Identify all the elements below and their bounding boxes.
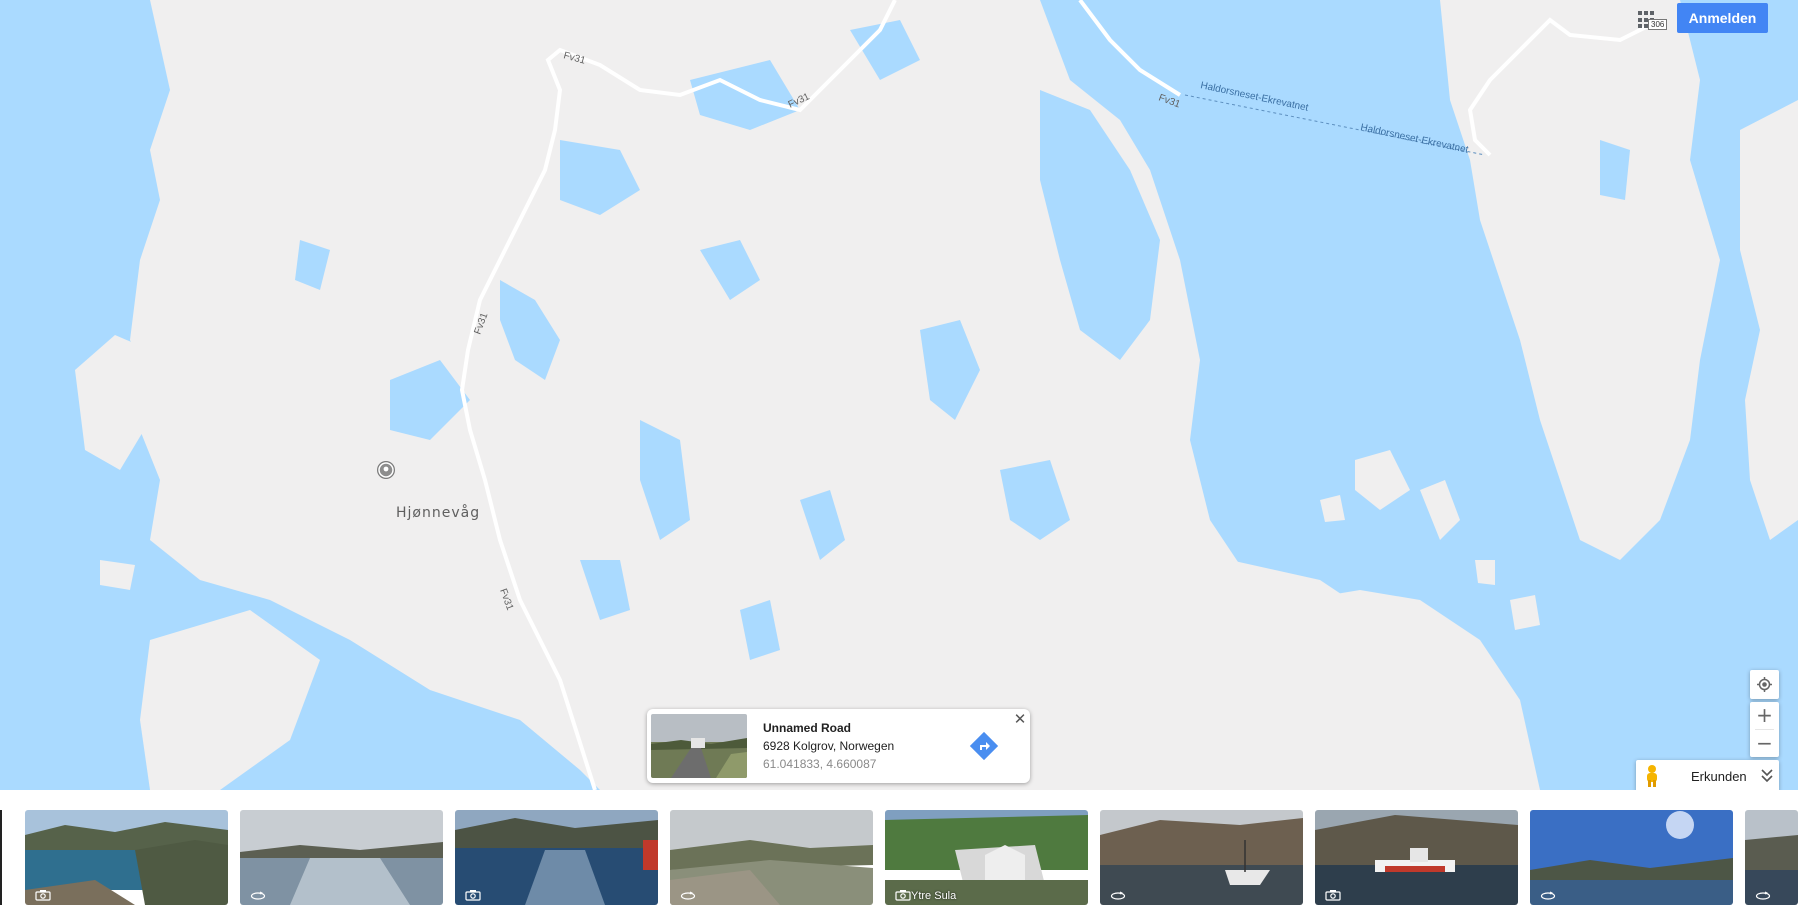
close-icon[interactable]: ✕: [1013, 712, 1027, 727]
filmstrip-thumbnail[interactable]: [670, 810, 873, 905]
photo-filmstrip[interactable]: Ytre Sula: [0, 790, 1798, 905]
camera-icon: [35, 889, 51, 901]
thumbnail-label: Ytre Sula: [911, 890, 957, 902]
zoom-in-button[interactable]: +: [1750, 702, 1779, 729]
panorama-360-icon: [1755, 889, 1771, 901]
explore-toggle[interactable]: Erkunden: [1636, 760, 1779, 792]
camera-icon: [1325, 889, 1341, 901]
signin-button[interactable]: Anmelden: [1677, 3, 1768, 33]
basemap: Fv31 Fv31 Fv31 Fv31 Fv31 Haldorsneset-Ek…: [0, 0, 1798, 790]
info-card-title: Unnamed Road: [763, 721, 852, 735]
filmstrip-thumbnail[interactable]: [25, 810, 228, 905]
filmstrip-thumbnail[interactable]: Ytre Sula: [885, 810, 1088, 905]
apps-grid-icon[interactable]: 306: [1632, 8, 1668, 34]
camera-icon: [895, 889, 911, 901]
info-card-coords[interactable]: 61.041833, 4.660087: [763, 757, 876, 771]
filmstrip-thumbnail[interactable]: [240, 810, 443, 905]
zoom-control: + −: [1750, 702, 1779, 757]
panorama-360-icon: [680, 889, 696, 901]
filmstrip-thumbnail[interactable]: [455, 810, 658, 905]
filmstrip-thumbnail[interactable]: [1315, 810, 1518, 905]
filmstrip-thumbnail[interactable]: [1530, 810, 1733, 905]
location-info-card[interactable]: Unnamed Road 6928 Kolgrov, Norwegen 61.0…: [647, 709, 1030, 783]
panorama-360-icon: [1110, 889, 1126, 901]
filmstrip-edge: [0, 810, 2, 905]
map-canvas[interactable]: Fv31 Fv31 Fv31 Fv31 Fv31 Haldorsneset-Ek…: [0, 0, 1798, 790]
explore-label: Erkunden: [1691, 769, 1747, 784]
panorama-360-icon: [250, 889, 266, 901]
panorama-360-icon: [1540, 889, 1556, 901]
apps-badge: 306: [1648, 19, 1668, 30]
place-marker-icon[interactable]: [377, 461, 395, 479]
place-label-hjonnevag[interactable]: Hjønnevåg: [396, 505, 480, 521]
directions-icon[interactable]: [969, 731, 999, 761]
filmstrip-thumbnail[interactable]: [1100, 810, 1303, 905]
zoom-out-button[interactable]: −: [1750, 730, 1779, 757]
pegman-icon[interactable]: [1642, 764, 1662, 788]
island-west-2: [100, 560, 135, 590]
my-location-icon[interactable]: [1750, 670, 1779, 699]
double-chevron-down-icon[interactable]: [1760, 767, 1774, 785]
camera-icon: [465, 889, 481, 901]
street-view-thumbnail[interactable]: [651, 714, 747, 778]
info-card-address: 6928 Kolgrov, Norwegen: [763, 739, 895, 753]
island-e-4: [1475, 560, 1495, 585]
maps-app: Fv31 Fv31 Fv31 Fv31 Fv31 Haldorsneset-Ek…: [0, 0, 1798, 905]
lake-16: [1600, 140, 1630, 200]
island-e-3: [1510, 595, 1540, 630]
filmstrip-thumbnail[interactable]: [1745, 810, 1798, 905]
